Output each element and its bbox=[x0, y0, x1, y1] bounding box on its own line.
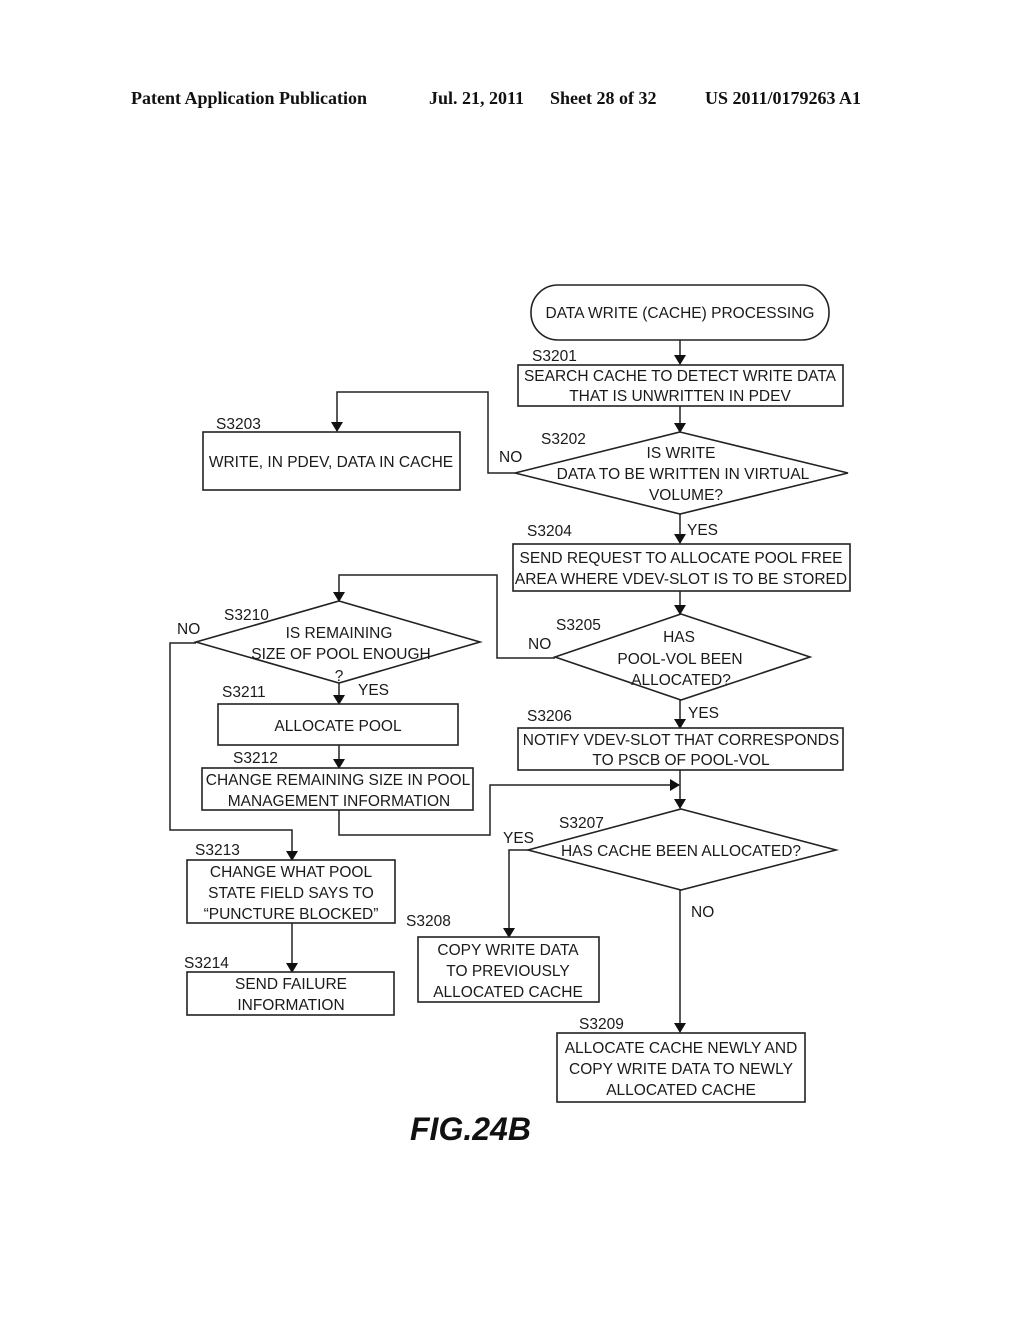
node-s3212: S3212 CHANGE REMAINING SIZE IN POOL MANA… bbox=[201, 750, 474, 811]
node-text: SEND REQUEST TO ALLOCATE POOL FREE bbox=[519, 550, 842, 567]
edge-label-no: NO bbox=[499, 449, 522, 466]
node-text: MANAGEMENT INFORMATION bbox=[228, 793, 450, 810]
node-text: COPY WRITE DATA bbox=[437, 942, 579, 959]
node-text: DATA TO BE WRITTEN IN VIRTUAL bbox=[557, 466, 810, 483]
step-label: S3201 bbox=[532, 348, 577, 365]
node-text: SIZE OF POOL ENOUGH bbox=[251, 646, 430, 663]
edge-label-yes: YES bbox=[358, 682, 389, 699]
node-text: COPY WRITE DATA TO NEWLY bbox=[569, 1061, 793, 1078]
node-text: INFORMATION bbox=[237, 997, 344, 1014]
node-text: VOLUME? bbox=[649, 487, 723, 504]
step-label: S3205 bbox=[556, 617, 601, 634]
node-text: HAS CACHE BEEN ALLOCATED? bbox=[561, 843, 801, 860]
node-s3211: S3211 ALLOCATE POOL bbox=[217, 684, 459, 746]
node-s3205: S3205 HAS POOL-VOL BEEN ALLOCATED? NO YE… bbox=[528, 613, 813, 722]
node-text: HAS bbox=[663, 629, 695, 646]
node-text: NOTIFY VDEV-SLOT THAT CORRESPONDS bbox=[523, 732, 839, 749]
node-text: TO PSCB OF POOL-VOL bbox=[592, 752, 770, 769]
step-label: S3204 bbox=[527, 523, 572, 540]
node-text: SEND FAILURE bbox=[235, 976, 347, 993]
node-text: IS REMAINING bbox=[286, 625, 393, 642]
step-label: S3213 bbox=[195, 842, 240, 859]
figure-label: FIG.24B bbox=[410, 1111, 531, 1147]
flowchart: DATA WRITE (CACHE) PROCESSING S3201 SEAR… bbox=[169, 284, 851, 1147]
node-text: POOL-VOL BEEN bbox=[617, 651, 742, 668]
node-text: CHANGE WHAT POOL bbox=[210, 864, 373, 881]
step-label: S3203 bbox=[216, 416, 261, 433]
node-text: TO PREVIOUSLY bbox=[446, 963, 569, 980]
edge-label-no: NO bbox=[691, 904, 714, 921]
edge-label-yes: YES bbox=[503, 830, 534, 847]
node-s3209: S3209 ALLOCATE CACHE NEWLY AND COPY WRIT… bbox=[556, 1016, 806, 1103]
edge-label-no: NO bbox=[528, 636, 551, 653]
node-text: WRITE, IN PDEV, DATA IN CACHE bbox=[209, 454, 453, 471]
node-s3207: S3207 HAS CACHE BEEN ALLOCATED? YES NO bbox=[503, 808, 840, 921]
node-text: ALLOCATED? bbox=[631, 672, 731, 689]
node-text: ALLOCATED CACHE bbox=[433, 984, 583, 1001]
step-label: S3202 bbox=[541, 431, 586, 448]
step-label: S3212 bbox=[233, 750, 278, 767]
step-label: S3211 bbox=[222, 684, 266, 701]
node-start: DATA WRITE (CACHE) PROCESSING bbox=[530, 284, 830, 341]
node-text: ALLOCATED CACHE bbox=[606, 1082, 756, 1099]
node-s3204: S3204 SEND REQUEST TO ALLOCATE POOL FREE… bbox=[512, 523, 851, 592]
edge-s3207-s3208 bbox=[503, 849, 528, 938]
node-text: ALLOCATE CACHE NEWLY AND bbox=[565, 1040, 798, 1057]
step-label: S3210 bbox=[224, 607, 269, 624]
step-label: S3207 bbox=[559, 815, 604, 832]
node-text: ALLOCATE POOL bbox=[274, 718, 402, 735]
step-label: S3206 bbox=[527, 708, 572, 725]
step-label: S3209 bbox=[579, 1016, 624, 1033]
edge-label-no: NO bbox=[177, 621, 200, 638]
node-text: AREA WHERE VDEV-SLOT IS TO BE STORED bbox=[515, 571, 847, 588]
node-s3203: S3203 WRITE, IN PDEV, DATA IN CACHE bbox=[202, 416, 461, 491]
node-text: THAT IS UNWRITTEN IN PDEV bbox=[569, 388, 791, 405]
node-text: SEARCH CACHE TO DETECT WRITE DATA bbox=[524, 368, 837, 385]
node-text: ? bbox=[335, 668, 344, 685]
node-text: CHANGE REMAINING SIZE IN POOL bbox=[206, 772, 471, 789]
node-s3208: S3208 COPY WRITE DATA TO PREVIOUSLY ALLO… bbox=[406, 913, 600, 1003]
node-s3213: S3213 CHANGE WHAT POOL STATE FIELD SAYS … bbox=[186, 842, 396, 924]
edge-label-yes: YES bbox=[687, 522, 718, 539]
node-s3214: S3214 SEND FAILURE INFORMATION bbox=[184, 955, 395, 1016]
node-text: “PUNCTURE BLOCKED” bbox=[204, 906, 379, 923]
step-label: S3208 bbox=[406, 913, 451, 930]
node-text: DATA WRITE (CACHE) PROCESSING bbox=[546, 305, 815, 322]
node-text: IS WRITE bbox=[647, 445, 716, 462]
step-label: S3214 bbox=[184, 955, 229, 972]
edge-label-yes: YES bbox=[688, 705, 719, 722]
node-text: STATE FIELD SAYS TO bbox=[208, 885, 374, 902]
